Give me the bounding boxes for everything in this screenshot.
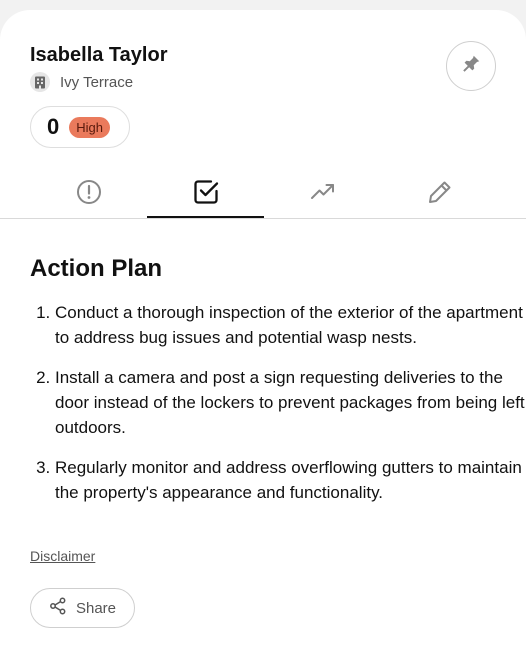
trending-up-icon: [309, 178, 337, 211]
list-item: Conduct a thorough inspection of the ext…: [55, 300, 525, 350]
tab-bar: [30, 170, 496, 218]
share-icon: [49, 597, 67, 619]
share-label: Share: [75, 599, 117, 617]
building-icon: [30, 72, 50, 92]
pin-icon: [460, 53, 482, 80]
tab-divider: [0, 218, 526, 219]
list-item: Regularly monitor and address overflowin…: [55, 455, 525, 505]
share-button[interactable]: Share: [30, 588, 135, 628]
location-row: Ivy Terrace: [30, 72, 133, 92]
score-value: 0: [47, 114, 60, 139]
pin-button[interactable]: [446, 41, 496, 91]
action-plan-list: Conduct a thorough inspection of the ext…: [30, 300, 525, 520]
contact-card: Isabella Taylor Ivy Terrace 0 High Actio…: [0, 10, 526, 648]
tab-alerts[interactable]: [30, 170, 147, 218]
pencil-icon: [426, 178, 454, 211]
score-pill: 0 High: [30, 106, 130, 148]
tab-trends[interactable]: [264, 170, 381, 218]
action-plan-heading: Action Plan: [30, 255, 163, 282]
tab-edit[interactable]: [381, 170, 498, 218]
checkbox-icon: [192, 178, 220, 211]
location-label: Ivy Terrace: [60, 73, 134, 91]
contact-name: Isabella Taylor: [30, 44, 168, 66]
list-item: Install a camera and post a sign request…: [55, 365, 525, 440]
priority-badge: High: [69, 116, 110, 138]
tab-action-plan[interactable]: [147, 170, 264, 218]
disclaimer-link[interactable]: Disclaimer: [30, 548, 95, 564]
alert-circle-icon: [75, 178, 103, 211]
